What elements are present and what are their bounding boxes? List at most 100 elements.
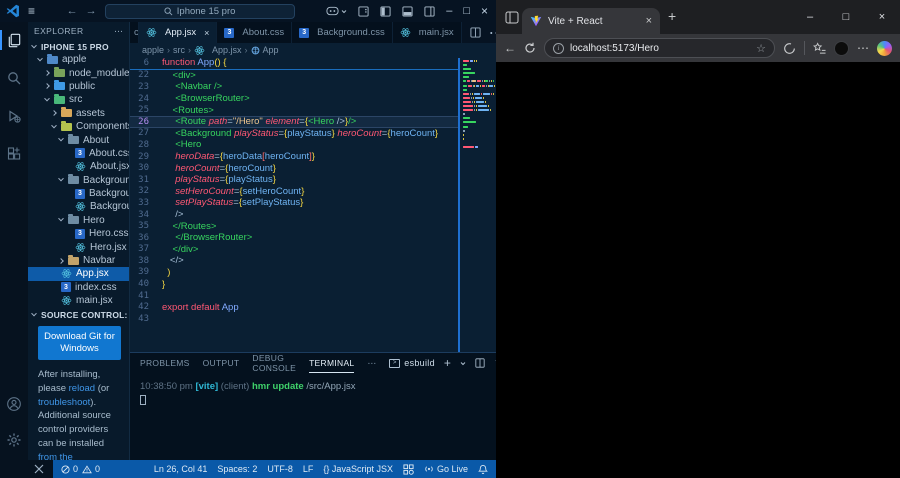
site-info-icon[interactable]: i bbox=[553, 43, 564, 54]
tree-item-assets[interactable]: assets bbox=[28, 107, 129, 120]
split-terminal-icon[interactable] bbox=[475, 358, 485, 368]
download-git-button[interactable]: Download Git for Windows bbox=[38, 326, 121, 360]
tab-problems[interactable]: PROBLEMS bbox=[140, 353, 190, 373]
browser-close-button[interactable]: × bbox=[864, 0, 900, 34]
new-tab-icon[interactable]: + bbox=[668, 9, 676, 23]
tree-item-label: Hero.jsx bbox=[90, 242, 127, 253]
menu-icon[interactable]: ≡ bbox=[28, 5, 35, 17]
workspace-root[interactable]: IPHONE 15 PRO bbox=[28, 40, 129, 53]
explorer-more-icon[interactable]: ⋯ bbox=[114, 26, 123, 37]
tree-item-public[interactable]: public bbox=[28, 80, 129, 93]
tab-close-icon[interactable]: × bbox=[646, 16, 652, 27]
tree-item-about-css[interactable]: 3About.css bbox=[28, 147, 129, 160]
tree-item-hero-css[interactable]: 3Hero.css bbox=[28, 227, 129, 240]
tree-item-node-modules[interactable]: node_modules bbox=[28, 66, 129, 79]
tab-debug-console[interactable]: DEBUG CONSOLE bbox=[252, 353, 296, 373]
tree-item-background[interactable]: Background... bbox=[28, 200, 129, 213]
minimize-button[interactable]: – bbox=[446, 6, 452, 17]
editor-more-icon[interactable]: ⋯ bbox=[489, 23, 496, 43]
tree-item-apple[interactable]: apple bbox=[28, 53, 129, 66]
forward-icon[interactable]: → bbox=[86, 5, 97, 17]
copilot-menu-icon[interactable] bbox=[326, 6, 347, 16]
toggle-secondary-sidebar-icon[interactable] bbox=[424, 6, 435, 17]
browser-minimize-button[interactable]: – bbox=[792, 0, 828, 34]
address-bar[interactable]: i localhost:5173/Hero ☆ bbox=[544, 38, 775, 58]
warnings-indicator[interactable]: 0 bbox=[82, 464, 100, 474]
close-button[interactable]: × bbox=[481, 5, 488, 17]
tree-item-app-jsx[interactable]: App.jsx bbox=[28, 267, 129, 280]
tab-output[interactable]: OUTPUT bbox=[203, 353, 240, 373]
breadcrumb-item-apple[interactable]: apple bbox=[142, 45, 164, 55]
copilot-icon[interactable] bbox=[877, 41, 892, 56]
go-live-button[interactable]: Go Live bbox=[424, 464, 468, 474]
favorites-list-icon[interactable] bbox=[813, 42, 826, 55]
breadcrumb-item-app[interactable]: App bbox=[263, 45, 279, 55]
tree-item-main-jsx[interactable]: main.jsx bbox=[28, 294, 129, 307]
remote-indicator-icon[interactable] bbox=[34, 464, 44, 474]
breadcrumb[interactable]: apple›src›App.jsx›App bbox=[130, 43, 496, 57]
tab-close-icon[interactable]: × bbox=[204, 28, 209, 38]
tree-item-background[interactable]: 3Background... bbox=[28, 187, 129, 200]
extensions-icon[interactable] bbox=[2, 142, 26, 166]
breadcrumb-item-app-jsx[interactable]: App.jsx bbox=[212, 45, 242, 55]
account-icon[interactable] bbox=[2, 392, 26, 416]
eol[interactable]: LF bbox=[303, 464, 314, 474]
editor-tab-main-jsx[interactable]: main.jsx bbox=[393, 22, 462, 43]
editor-tab-css[interactable]: css bbox=[130, 22, 139, 43]
favorite-star-icon[interactable]: ☆ bbox=[756, 42, 766, 55]
terminal-instance-esbuild[interactable]: >esbuild bbox=[389, 358, 435, 368]
language-mode[interactable]: {} JavaScript JSX bbox=[323, 464, 393, 474]
breadcrumb-item-src[interactable]: src bbox=[173, 45, 185, 55]
maximize-button[interactable]: □ bbox=[463, 6, 470, 17]
tree-item-index-css[interactable]: 3index.css bbox=[28, 281, 129, 294]
tree-item-src[interactable]: src bbox=[28, 93, 129, 106]
terminal-output[interactable]: 10:38:50 pm [vite] (client) hmr update /… bbox=[130, 373, 496, 410]
split-editor-icon[interactable] bbox=[470, 27, 481, 38]
minimap[interactable] bbox=[458, 58, 496, 352]
tree-item-navbar[interactable]: Navbar bbox=[28, 254, 129, 267]
terminal-dropdown-icon[interactable] bbox=[460, 361, 466, 366]
browser-maximize-button[interactable]: □ bbox=[828, 0, 864, 34]
url-text[interactable]: localhost:5173/Hero bbox=[570, 43, 750, 54]
source-control-section[interactable]: SOURCE CONTROL: CHAN... bbox=[28, 308, 129, 321]
page-content[interactable] bbox=[496, 62, 900, 478]
search-sidebar-icon[interactable] bbox=[2, 66, 26, 90]
workspaces-icon[interactable] bbox=[505, 11, 519, 24]
back-icon[interactable]: ← bbox=[67, 5, 78, 17]
tree-item-components[interactable]: Components bbox=[28, 120, 129, 133]
code-editor[interactable]: 6function App() { 22 <div>23 <Navbar />2… bbox=[130, 57, 496, 352]
tree-item-about-jsx[interactable]: About.jsx bbox=[28, 160, 129, 173]
browser-back-icon[interactable]: ← bbox=[504, 42, 516, 54]
encoding[interactable]: UTF-8 bbox=[267, 464, 293, 474]
ports-grid-icon[interactable] bbox=[403, 464, 414, 475]
indentation[interactable]: Spaces: 2 bbox=[217, 464, 257, 474]
errors-indicator[interactable]: 0 bbox=[61, 464, 78, 474]
tree-item-about[interactable]: About bbox=[28, 133, 129, 146]
scm-link-troubleshoot[interactable]: troubleshoot bbox=[38, 397, 90, 408]
scm-link-reload[interactable]: reload bbox=[69, 383, 95, 394]
tree-item-hero[interactable]: Hero bbox=[28, 214, 129, 227]
explorer-icon[interactable] bbox=[2, 28, 26, 52]
tree-item-background[interactable]: Background bbox=[28, 174, 129, 187]
new-terminal-icon[interactable]: + bbox=[444, 356, 451, 370]
panel-more-icon[interactable]: ⋯ bbox=[367, 358, 376, 369]
browser-essentials-icon[interactable] bbox=[783, 42, 796, 55]
browser-tab[interactable]: Vite + React × bbox=[522, 8, 660, 34]
scm-link-from-the-marketplace[interactable]: from the Marketplace bbox=[38, 452, 90, 460]
browser-refresh-icon[interactable] bbox=[524, 42, 536, 54]
browser-settings-more-icon[interactable]: ⋯ bbox=[857, 42, 869, 54]
command-search-box[interactable]: Iphone 15 pro bbox=[105, 4, 295, 19]
toggle-panel-icon[interactable] bbox=[402, 6, 413, 17]
customize-layout-icon[interactable] bbox=[358, 6, 369, 17]
notifications-bell-icon[interactable] bbox=[478, 464, 488, 475]
run-debug-icon[interactable] bbox=[2, 104, 26, 128]
editor-tab-background-css[interactable]: 3Background.css bbox=[292, 22, 393, 43]
cursor-position[interactable]: Ln 26, Col 41 bbox=[154, 464, 208, 474]
editor-tab-app-jsx[interactable]: App.jsx× bbox=[139, 22, 217, 43]
toggle-primary-sidebar-icon[interactable] bbox=[380, 6, 391, 17]
tree-item-hero-jsx[interactable]: Hero.jsx bbox=[28, 240, 129, 253]
profile-avatar[interactable] bbox=[834, 41, 849, 56]
settings-gear-icon[interactable] bbox=[2, 428, 26, 452]
editor-tab-about-css[interactable]: 3About.css bbox=[217, 22, 292, 43]
tab-terminal[interactable]: TERMINAL bbox=[309, 353, 354, 373]
